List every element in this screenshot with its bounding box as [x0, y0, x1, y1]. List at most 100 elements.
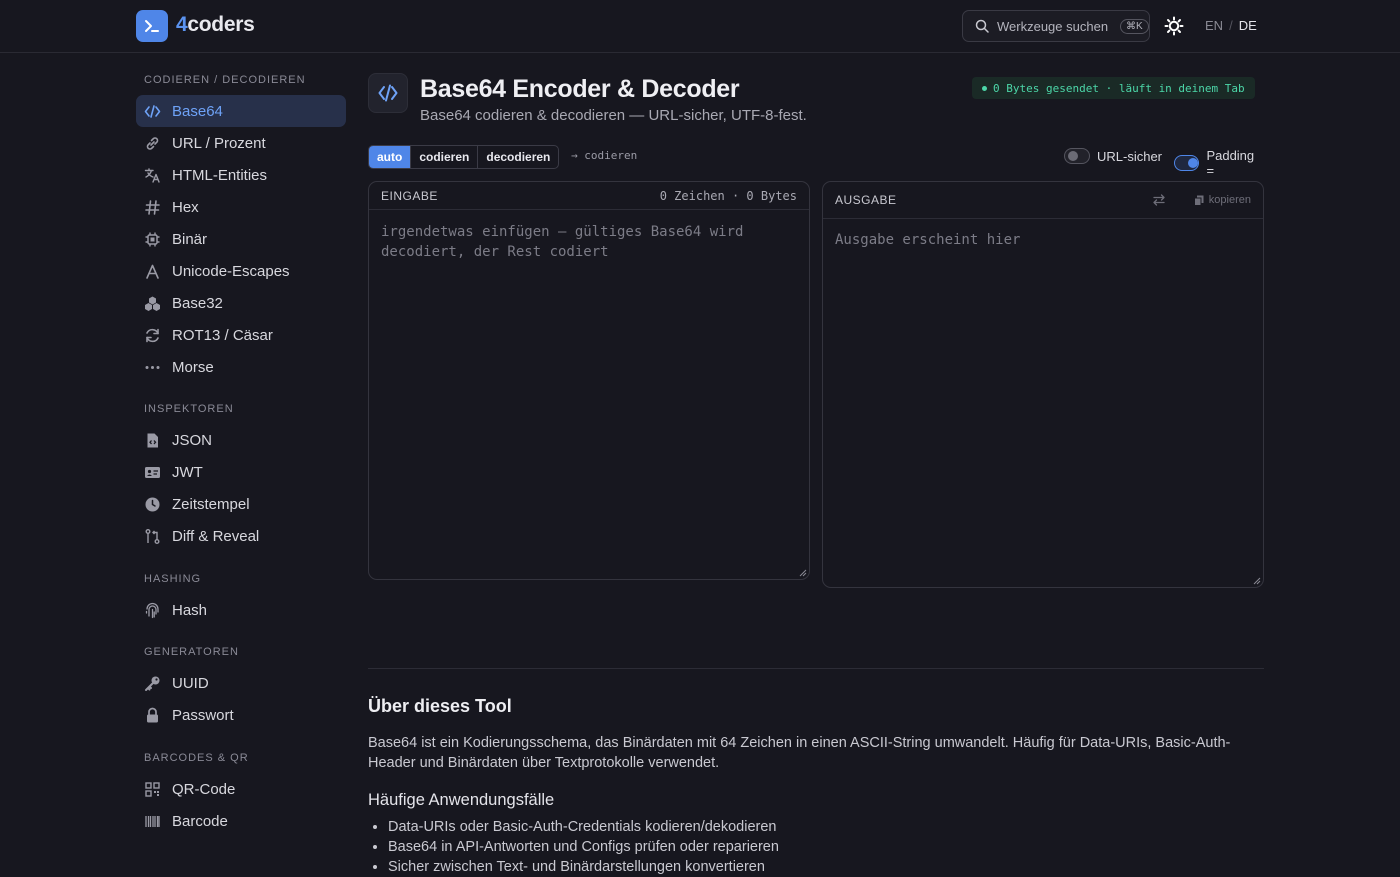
input-placeholder-line: decodiert, der Rest codiert: [381, 244, 609, 260]
sidebar-item-url[interactable]: URL / Prozent: [136, 127, 346, 159]
sidebar-item-jwt[interactable]: JWT: [136, 456, 346, 488]
sidebar-item-label: UUID: [172, 674, 209, 692]
key-icon: [144, 675, 161, 692]
search-icon: [975, 19, 989, 33]
output-textarea[interactable]: Ausgabe erscheint hier: [823, 219, 1263, 262]
sidebar-item-json[interactable]: JSON: [136, 424, 346, 456]
use-cases-heading: Häufige Anwendungsfälle: [368, 791, 555, 809]
sidebar-item-hex[interactable]: Hex: [136, 191, 346, 223]
about-text: Base64 ist ein Kodierungsschema, das Bin…: [368, 735, 1231, 771]
input-panel: EINGABE 0 Zeichen · 0 Bytes irgendetwas …: [368, 181, 810, 580]
theme-toggle-sun-icon[interactable]: [1163, 15, 1185, 37]
output-panel: AUSGABE kopieren Ausgabe erscheint hier: [822, 181, 1264, 588]
search-shortcut-badge: ⌘K: [1120, 18, 1149, 34]
sidebar-item-barcode[interactable]: Barcode: [136, 805, 346, 837]
sidebar-item-password[interactable]: Passwort: [136, 699, 346, 731]
swap-icon[interactable]: [1152, 193, 1166, 207]
sidebar-item-label: Hash: [172, 601, 208, 619]
sidebar-item-base64[interactable]: Base64: [136, 95, 346, 127]
sidebar-section-title: CODIEREN / DECODIEREN: [144, 74, 306, 86]
sidebar-section-title: GENERATOREN: [144, 646, 239, 658]
list-item: Data-URIs oder Basic-Auth-Credentials ko…: [388, 817, 779, 837]
output-tools: kopieren: [1152, 193, 1251, 207]
code-icon: [368, 73, 408, 113]
sidebar-item-label: Barcode: [172, 812, 228, 830]
copy-label: kopieren: [1208, 194, 1251, 206]
input-textarea[interactable]: irgendetwas einfügen — gültiges Base64 w…: [369, 210, 809, 274]
resize-handle-icon[interactable]: [1253, 577, 1261, 585]
brand-name[interactable]: 4coders: [176, 13, 255, 37]
sidebar-item-label: JWT: [172, 463, 203, 481]
sidebar-section-title: HASHING: [144, 573, 202, 585]
copy-button[interactable]: kopieren: [1193, 194, 1251, 206]
link-icon: [144, 135, 161, 152]
top-bar: 4coders Werkzeuge suchen ⌘K EN / DE: [0, 0, 1400, 53]
url-safe-switch[interactable]: [1064, 148, 1090, 164]
padding-label: Padding =: [1206, 148, 1255, 178]
output-label: AUSGABE: [835, 193, 897, 207]
status-dot-icon: [982, 85, 987, 91]
use-cases-list: Data-URIs oder Basic-Auth-Credentials ko…: [388, 817, 779, 877]
sidebar-item-base32[interactable]: Base32: [136, 287, 346, 319]
page-subtitle: Base64 codieren & decodieren — URL-siche…: [420, 107, 807, 124]
refresh-icon: [144, 327, 161, 344]
about-heading: Über dieses Tool: [368, 696, 512, 716]
input-counter: 0 Zeichen · 0 Bytes: [659, 188, 797, 203]
lang-separator: /: [1229, 18, 1233, 33]
chip-icon: [144, 231, 161, 248]
list-item: Sicher zwischen Text- und Binärdarstellu…: [388, 857, 779, 877]
sidebar-item-label: URL / Prozent: [172, 134, 266, 152]
sidebar-section-title: BARCODES & QR: [144, 752, 249, 764]
section-divider: [368, 668, 1264, 669]
qr-icon: [144, 781, 161, 798]
status-text: 0 Bytes gesendet · läuft in deinem Tab: [993, 81, 1245, 95]
url-safe-toggle[interactable]: URL-sicher: [1064, 148, 1162, 164]
page-title: Base64 Encoder & Decoder: [420, 75, 740, 103]
sidebar-item-qr[interactable]: QR-Code: [136, 773, 346, 805]
search-button[interactable]: Werkzeuge suchen ⌘K: [962, 10, 1150, 42]
lang-de-link[interactable]: DE: [1239, 18, 1257, 33]
input-panel-header: EINGABE 0 Zeichen · 0 Bytes: [369, 182, 809, 210]
sidebar-item-label: ROT13 / Cäsar: [172, 326, 273, 344]
sidebar-item-hash[interactable]: Hash: [136, 594, 346, 626]
list-item: Base64 in API-Antworten und Configs prüf…: [388, 837, 779, 857]
language-switcher: EN / DE: [1205, 18, 1257, 33]
sidebar-item-timestamp[interactable]: Zeitstempel: [136, 488, 346, 520]
brand-suffix: coders: [187, 13, 255, 36]
sidebar-item-rot13[interactable]: ROT13 / Cäsar: [136, 319, 346, 351]
barcode-icon: [144, 813, 161, 830]
cubes-icon: [144, 295, 161, 312]
id-card-icon: [144, 464, 161, 481]
copy-icon: [1193, 195, 1204, 206]
code-icon: [144, 103, 161, 120]
mode-encode-button[interactable]: codieren: [410, 146, 477, 168]
sidebar-item-uuid[interactable]: UUID: [136, 667, 346, 699]
padding-toggle[interactable]: Padding =: [1174, 148, 1264, 178]
sidebar-item-label: Base64: [172, 102, 223, 120]
file-code-icon: [144, 432, 161, 449]
sidebar: CODIEREN / DECODIEREN Base64 URL / Proze…: [136, 53, 346, 837]
mode-selector: auto codieren decodieren: [368, 145, 560, 169]
fingerprint-icon: [144, 602, 161, 619]
padding-switch[interactable]: [1174, 155, 1200, 171]
terminal-logo-icon[interactable]: [136, 10, 168, 42]
sidebar-item-html-entities[interactable]: HTML-Entities: [136, 159, 346, 191]
sidebar-item-diff[interactable]: Diff & Reveal: [136, 520, 346, 552]
sidebar-item-label: Diff & Reveal: [172, 527, 260, 545]
resize-handle-icon[interactable]: [799, 569, 807, 577]
sidebar-item-binary[interactable]: Binär: [136, 223, 346, 255]
search-placeholder: Werkzeuge suchen: [997, 18, 1109, 34]
privacy-status-badge: 0 Bytes gesendet · läuft in deinem Tab: [972, 77, 1255, 99]
lang-en-link[interactable]: EN: [1205, 18, 1223, 33]
lock-icon: [144, 707, 161, 724]
mode-decode-button[interactable]: decodieren: [477, 146, 558, 168]
sidebar-item-morse[interactable]: Morse: [136, 351, 346, 383]
output-placeholder: Ausgabe erscheint hier: [835, 232, 1021, 248]
hash-icon: [144, 199, 161, 216]
sidebar-item-label: Zeitstempel: [172, 495, 250, 513]
clock-icon: [144, 496, 161, 513]
mode-auto-button[interactable]: auto: [369, 146, 411, 168]
output-panel-header: AUSGABE kopieren: [823, 182, 1263, 219]
font-icon: [144, 263, 161, 280]
sidebar-item-unicode[interactable]: Unicode-Escapes: [136, 255, 346, 287]
